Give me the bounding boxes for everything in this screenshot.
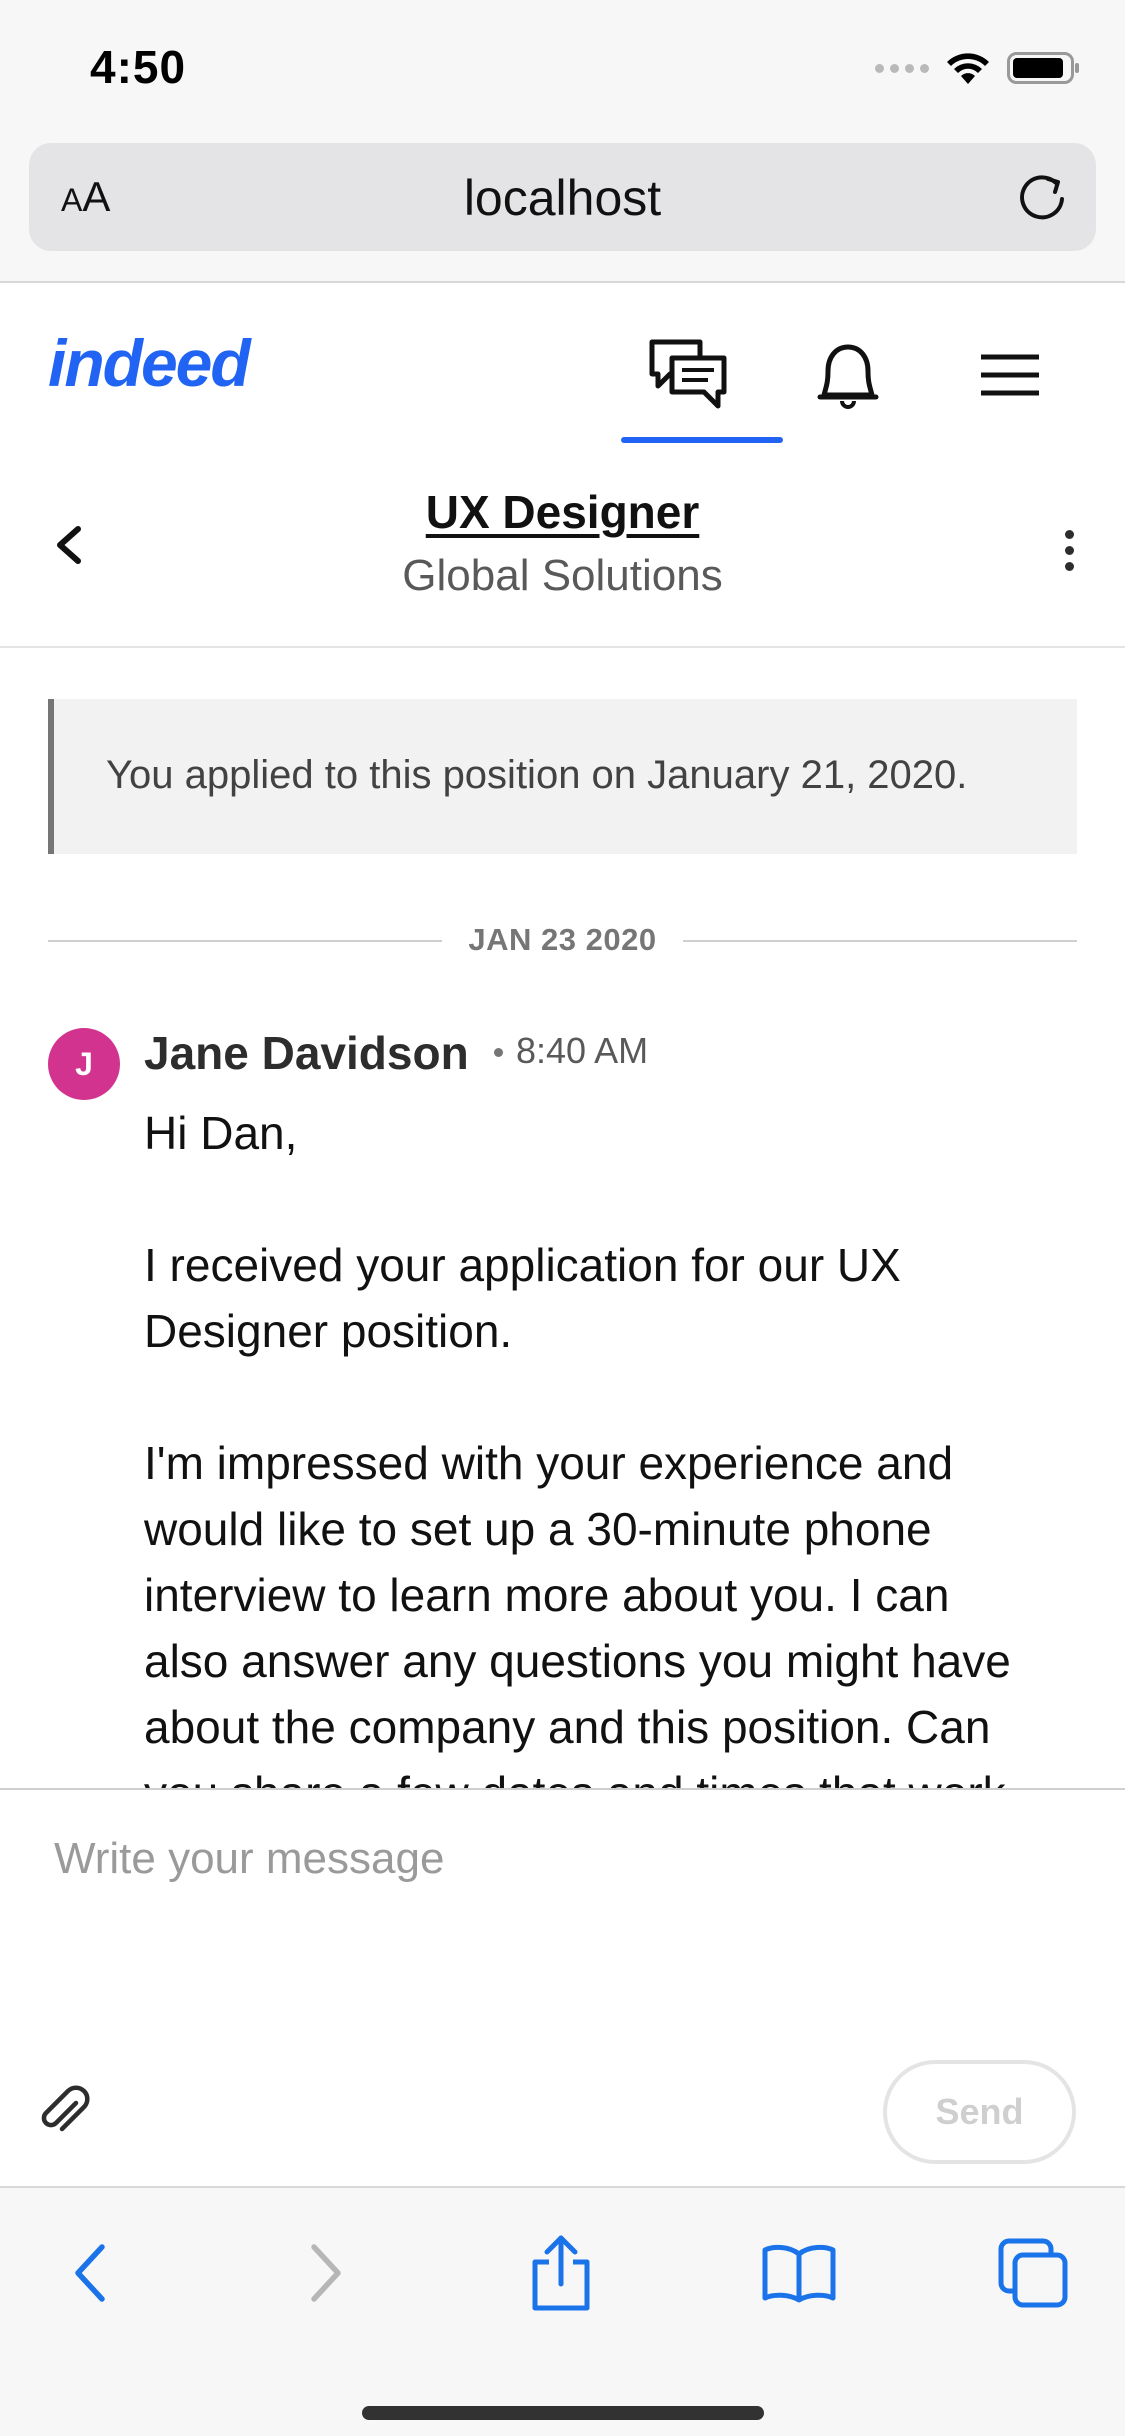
back-icon[interactable]	[46, 2228, 136, 2318]
bookmarks-icon[interactable]	[754, 2228, 844, 2318]
company-name: Global Solutions	[402, 551, 723, 600]
message-line: about the company and this position. Can	[144, 1701, 991, 1753]
wifi-icon	[945, 50, 991, 86]
message-line	[144, 1364, 1094, 1430]
messages-active-indicator	[621, 437, 783, 443]
indeed-logo[interactable]: indeed	[48, 325, 251, 401]
safari-top-bar: 4:50 AA localhost	[0, 0, 1125, 283]
status-time: 4:50	[90, 41, 187, 93]
message-line: I received your application for our UX	[144, 1239, 901, 1291]
message-line: you share a few dates and times that wor…	[144, 1760, 1094, 1788]
status-icons	[875, 46, 1081, 90]
bell-icon[interactable]	[806, 333, 890, 417]
message-composer[interactable]: Write your message Send	[0, 1788, 1125, 2186]
message-time: 8:40 AM	[516, 1030, 649, 1071]
url-text: localhost	[463, 170, 662, 226]
job-header: UX Designer Global Solutions	[0, 445, 1125, 648]
cellular-signal-icon	[875, 63, 929, 73]
avatar: J	[48, 1028, 120, 1100]
divider-line-right	[683, 940, 1077, 942]
address-bar[interactable]: AA localhost	[29, 143, 1096, 251]
message-body: Hi Dan, I received your application for …	[144, 1100, 1094, 1788]
message-line: would like to set up a 30-minute phone	[144, 1503, 932, 1555]
forward-icon[interactable]	[280, 2228, 370, 2318]
send-button[interactable]: Send	[883, 2060, 1076, 2164]
tabs-icon[interactable]	[988, 2228, 1078, 2318]
safari-toolbar	[0, 2186, 1125, 2436]
message-line	[144, 1166, 1094, 1232]
message-input[interactable]: Write your message	[54, 1834, 444, 1884]
menu-icon[interactable]	[968, 333, 1052, 417]
messages-icon[interactable]	[646, 333, 730, 417]
battery-icon	[1007, 50, 1081, 86]
share-icon[interactable]	[516, 2228, 606, 2318]
reload-icon[interactable]	[1012, 167, 1072, 227]
job-title-link[interactable]: UX Designer	[0, 485, 1125, 539]
message-line: I'm impressed with your experience and	[144, 1437, 954, 1489]
separator-dot	[494, 1048, 503, 1057]
paperclip-icon[interactable]	[36, 2083, 92, 2139]
page: 4:50 AA localhost indeed UX Designer Glo…	[0, 0, 1125, 2436]
date-divider: JAN 23 2020	[48, 920, 1077, 960]
message-line: also answer any questions you might have	[144, 1635, 1011, 1687]
more-options-icon[interactable]	[1049, 520, 1089, 580]
message-line: Designer position.	[144, 1305, 513, 1357]
applied-notice: You applied to this position on January …	[48, 699, 1077, 854]
message-line: interview to learn more about you. I can	[144, 1569, 950, 1621]
applied-notice-text: You applied to this position on January …	[106, 753, 968, 797]
sender-name: Jane Davidson	[144, 1027, 469, 1079]
message-line: Hi Dan,	[144, 1107, 298, 1159]
indeed-header: indeed	[0, 285, 1125, 445]
home-indicator[interactable]	[362, 2406, 764, 2420]
